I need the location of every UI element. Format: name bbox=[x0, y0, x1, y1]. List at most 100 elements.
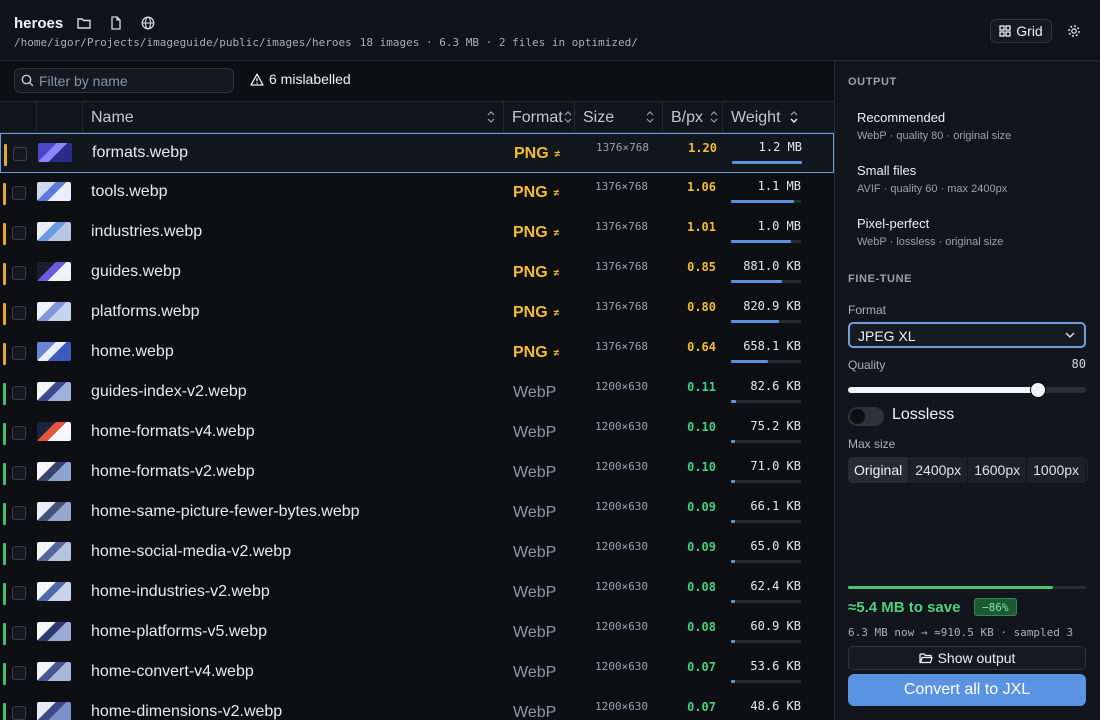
preset-desc: WebP · quality 80 · original size bbox=[857, 130, 1012, 142]
row-checkbox[interactable] bbox=[12, 386, 26, 400]
format-label: WebP bbox=[513, 544, 557, 561]
chevron-down-icon bbox=[1065, 332, 1075, 338]
file-name: home-social-media-v2.webp bbox=[91, 543, 292, 560]
search-icon bbox=[21, 74, 34, 87]
thumbnail[interactable] bbox=[37, 622, 71, 641]
file-weight: 1.2 MB bbox=[758, 140, 802, 154]
image-dimensions: 1376×768 bbox=[596, 141, 649, 154]
grid-view-button[interactable]: Grid bbox=[990, 19, 1052, 43]
column-label: Weight bbox=[731, 108, 781, 126]
app-window: heroes /home/igor/Projects/imageguide/pu… bbox=[0, 0, 1100, 720]
quality-slider[interactable] bbox=[848, 382, 1086, 398]
row-checkbox[interactable] bbox=[12, 226, 26, 240]
maxsize-option-original[interactable]: Original bbox=[848, 457, 910, 483]
row-checkbox[interactable] bbox=[12, 266, 26, 280]
thumbnail[interactable] bbox=[37, 542, 71, 561]
table-row[interactable]: home-same-picture-fewer-bytes.webp WebP 12… bbox=[0, 493, 834, 533]
table-row[interactable]: home-convert-v4.webp WebP 1200×630 0.07 53.6… bbox=[0, 653, 834, 693]
preset-recommended[interactable]: Recommended WebP · quality 80 · original… bbox=[848, 102, 1088, 148]
table-row[interactable]: home-dimensions-v2.webp WebP 1200×630 0.07 4… bbox=[0, 693, 834, 720]
globe-icon[interactable] bbox=[137, 12, 159, 34]
maxsize-option-2400[interactable]: 2400px bbox=[909, 457, 969, 483]
thumbnail[interactable] bbox=[37, 582, 71, 601]
table-row[interactable]: guides.webp PNG ≠ 1376×768 0.85 881.0 KB bbox=[0, 253, 834, 293]
table-row[interactable]: guides-index-v2.webp WebP 1200×630 0.11 82.6… bbox=[0, 373, 834, 413]
file-name: tools.webp bbox=[91, 183, 168, 200]
file-format: PNG ≠ bbox=[514, 145, 560, 163]
maxsize-option-1000[interactable]: 1000px bbox=[1027, 457, 1087, 483]
row-status-stripe bbox=[3, 423, 6, 445]
column-header-weight[interactable]: Weight bbox=[722, 102, 806, 133]
lossless-toggle[interactable] bbox=[848, 407, 884, 426]
file-icon[interactable] bbox=[105, 12, 127, 34]
table-row[interactable]: home-platforms-v5.webp WebP 1200×630 0.08 60… bbox=[0, 613, 834, 653]
weight-bar bbox=[731, 280, 801, 283]
thumbnail[interactable] bbox=[37, 302, 71, 321]
thumbnail[interactable] bbox=[37, 182, 71, 201]
row-status-stripe bbox=[3, 343, 6, 365]
row-status-stripe bbox=[3, 583, 6, 605]
row-checkbox[interactable] bbox=[12, 666, 26, 680]
thumbnail-column-header bbox=[36, 102, 82, 133]
file-name: home-dimensions-v2.webp bbox=[91, 703, 283, 720]
column-header-size[interactable]: Size bbox=[574, 102, 662, 133]
thumbnail[interactable] bbox=[37, 502, 71, 521]
filter-input[interactable] bbox=[39, 72, 219, 89]
row-checkbox[interactable] bbox=[12, 586, 26, 600]
thumbnail[interactable] bbox=[38, 143, 72, 162]
table-row[interactable]: platforms.webp PNG ≠ 1376×768 0.80 820.9 KB bbox=[0, 293, 834, 333]
row-checkbox[interactable] bbox=[12, 426, 26, 440]
table-row[interactable]: tools.webp PNG ≠ 1376×768 1.06 1.1 MB bbox=[0, 173, 834, 213]
file-name: home-platforms-v5.webp bbox=[91, 623, 268, 640]
format-select[interactable]: JPEG XL bbox=[848, 322, 1086, 348]
row-checkbox[interactable] bbox=[13, 147, 27, 161]
column-header-format[interactable]: Format bbox=[503, 102, 574, 133]
format-label: WebP bbox=[513, 664, 557, 681]
show-output-button[interactable]: Show output bbox=[848, 646, 1086, 670]
row-checkbox[interactable] bbox=[12, 706, 26, 720]
file-name: formats.webp bbox=[92, 144, 189, 161]
title-row: heroes bbox=[14, 12, 159, 34]
row-checkbox[interactable] bbox=[12, 346, 26, 360]
table-row[interactable]: home-formats-v4.webp WebP 1200×630 0.10 75.2… bbox=[0, 413, 834, 453]
row-checkbox[interactable] bbox=[12, 306, 26, 320]
folder-icon[interactable] bbox=[73, 12, 95, 34]
quality-slider-handle[interactable] bbox=[1030, 382, 1047, 398]
convert-all-button[interactable]: Convert all to JXL bbox=[848, 674, 1086, 706]
row-checkbox[interactable] bbox=[12, 186, 26, 200]
table-row[interactable]: formats.webp PNG ≠ 1376×768 1.20 1.2 MB bbox=[0, 133, 834, 173]
thumbnail[interactable] bbox=[37, 702, 71, 720]
row-checkbox[interactable] bbox=[12, 466, 26, 480]
thumbnail[interactable] bbox=[37, 382, 71, 401]
mismatch-icon: ≠ bbox=[553, 267, 560, 279]
preset-name: Small files bbox=[857, 163, 917, 178]
row-status-stripe bbox=[3, 463, 6, 485]
table-row[interactable]: home-formats-v2.webp WebP 1200×630 0.10 71.0… bbox=[0, 453, 834, 493]
row-checkbox[interactable] bbox=[12, 546, 26, 560]
column-header-name[interactable]: Name bbox=[82, 102, 503, 133]
thumbnail[interactable] bbox=[37, 222, 71, 241]
table-row[interactable]: home-social-media-v2.webp WebP 1200×630 0.0… bbox=[0, 533, 834, 573]
finetune-section-title: FINE-TUNE bbox=[848, 273, 913, 285]
thumbnail[interactable] bbox=[37, 262, 71, 281]
file-format: PNG ≠ bbox=[513, 184, 559, 202]
preset-pixel-perfect[interactable]: Pixel-perfect WebP · lossless · original… bbox=[848, 208, 1088, 254]
row-checkbox[interactable] bbox=[12, 506, 26, 520]
table-row[interactable]: home.webp PNG ≠ 1376×768 0.64 658.1 KB bbox=[0, 333, 834, 373]
table-row[interactable]: industries.webp PNG ≠ 1376×768 1.01 1.0 MB bbox=[0, 213, 834, 253]
thumbnail[interactable] bbox=[37, 662, 71, 681]
thumbnail[interactable] bbox=[37, 422, 71, 441]
column-header-bpx[interactable]: B/px bbox=[662, 102, 722, 133]
row-status-stripe bbox=[3, 303, 6, 325]
gear-icon[interactable] bbox=[1063, 20, 1085, 42]
file-weight: 75.2 KB bbox=[750, 419, 801, 433]
thumbnail[interactable] bbox=[37, 342, 71, 361]
thumbnail[interactable] bbox=[37, 462, 71, 481]
table-row[interactable]: home-industries-v2.webp WebP 1200×630 0.08 6… bbox=[0, 573, 834, 613]
filter-box[interactable] bbox=[14, 68, 234, 93]
preset-small-files[interactable]: Small files AVIF · quality 60 · max 2400… bbox=[848, 155, 1088, 201]
format-label: PNG bbox=[514, 145, 549, 162]
mislabelled-filter[interactable]: 6 mislabelled bbox=[250, 71, 351, 87]
row-checkbox[interactable] bbox=[12, 626, 26, 640]
maxsize-option-1600[interactable]: 1600px bbox=[968, 457, 1028, 483]
